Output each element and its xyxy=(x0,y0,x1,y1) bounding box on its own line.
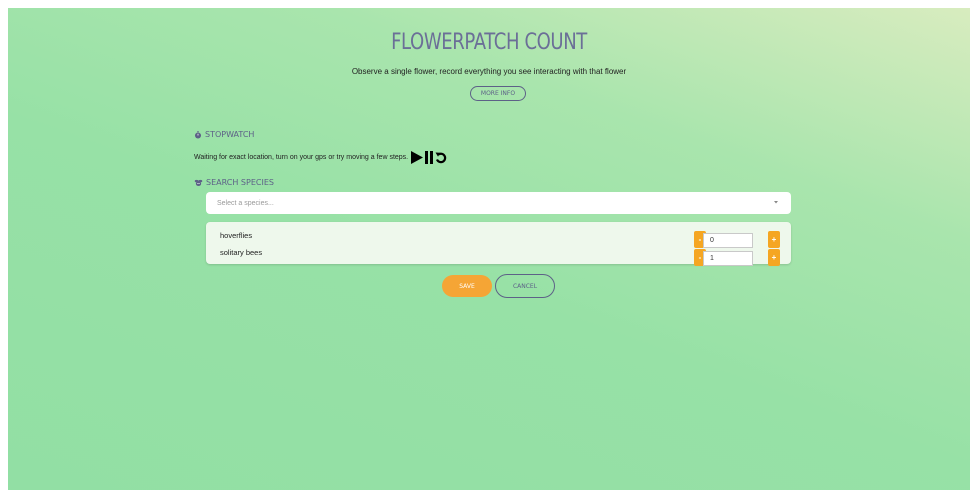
species-count-list: hoverflies solitary bees - 0 + - 1 + xyxy=(206,222,791,266)
stopwatch-label: STOPWATCH xyxy=(205,130,255,139)
cancel-button[interactable]: CANCEL xyxy=(495,274,555,298)
search-species-section-label: SEARCH SPECIES xyxy=(194,178,274,187)
page-subtitle: Observe a single flower, record everythi… xyxy=(351,67,627,76)
save-button[interactable]: SAVE xyxy=(442,275,492,297)
stopwatch-section-label: STOPWATCH xyxy=(194,130,254,139)
species-select[interactable]: Select a species... xyxy=(206,192,791,214)
more-info-button[interactable]: MORE INFO xyxy=(470,86,526,101)
search-species-label: SEARCH SPECIES xyxy=(206,178,274,187)
stopwatch-controls xyxy=(411,151,447,164)
species-name-hoverflies: hoverflies xyxy=(220,231,253,240)
pause-icon[interactable] xyxy=(425,151,434,164)
page-title: FLOWERPATCH COUNT xyxy=(391,30,587,55)
increment-button-solitary-bees[interactable]: + xyxy=(768,249,780,266)
species-name-solitary-bees: solitary bees xyxy=(220,248,263,257)
play-icon[interactable] xyxy=(411,151,424,164)
species-select-placeholder: Select a species... xyxy=(217,199,274,207)
count-input-solitary-bees[interactable]: 1 xyxy=(703,251,753,266)
stopwatch-status-row: Waiting for exact location, turn on your… xyxy=(194,151,447,164)
chevron-down-icon xyxy=(774,201,778,204)
reset-icon[interactable] xyxy=(435,151,447,164)
stopwatch-status-text: Waiting for exact location, turn on your… xyxy=(194,154,409,161)
count-input-hoverflies[interactable]: 0 xyxy=(703,233,753,248)
increment-button-hoverflies[interactable]: + xyxy=(768,231,780,248)
stopwatch-icon xyxy=(194,130,202,139)
bee-icon xyxy=(194,179,203,186)
app-background: FLOWERPATCH COUNT Observe a single flowe… xyxy=(8,8,970,490)
